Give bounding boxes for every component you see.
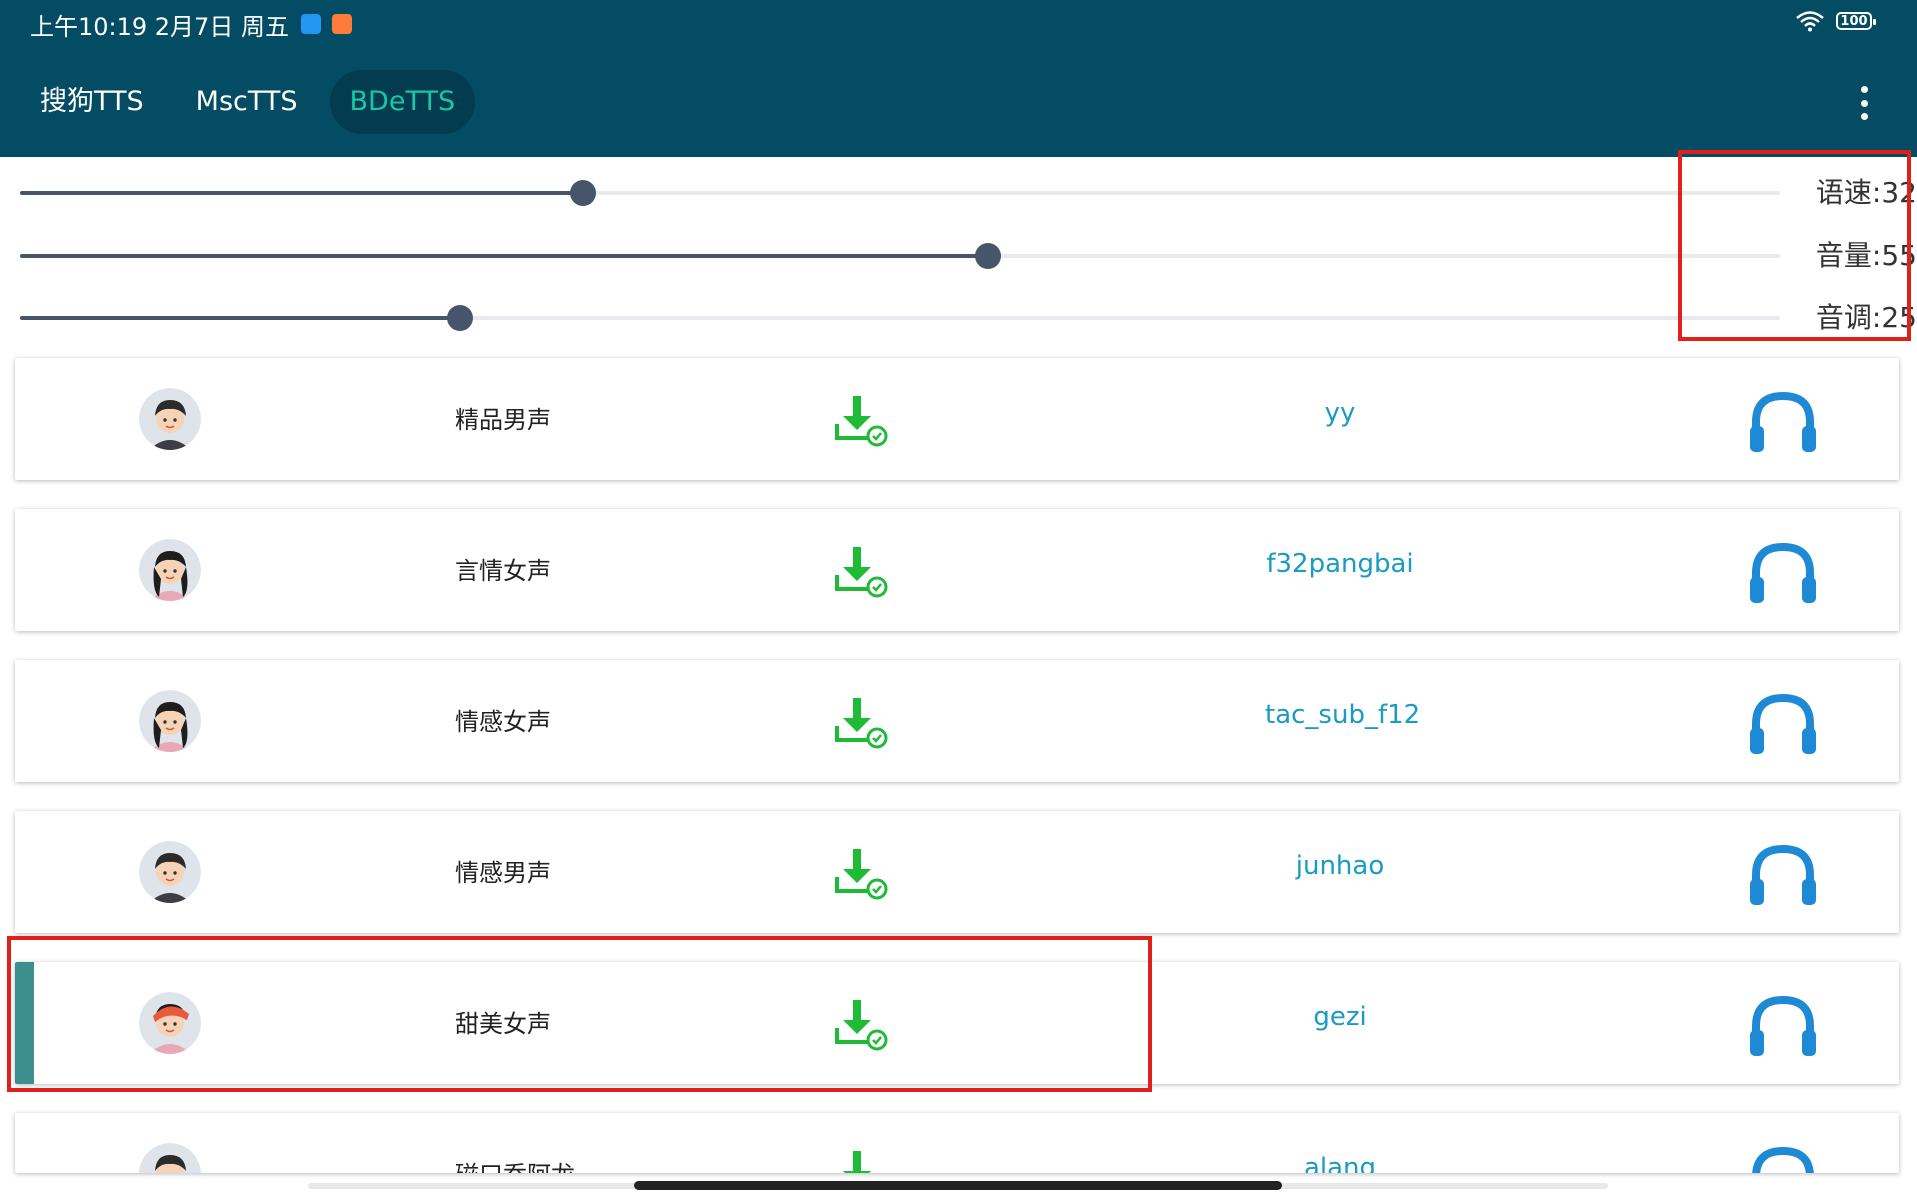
tab-sogou-tts[interactable]: 搜狗TTS	[20, 70, 164, 134]
selected-voice-highlight-box	[7, 936, 1152, 1092]
headphone-icon[interactable]	[1748, 388, 1818, 458]
voice-card[interactable]: 磁口乔阿龙 alang	[15, 1113, 1899, 1173]
headphone-icon[interactable]	[1748, 992, 1818, 1062]
upload-app-icon	[300, 14, 321, 34]
headphone-icon[interactable]	[1748, 690, 1818, 760]
volume-slider-row: 音量:55	[20, 236, 1917, 276]
volume-slider[interactable]	[20, 243, 1780, 269]
male-avatar-icon	[139, 1143, 201, 1173]
tab-bar: 搜狗TTS MscTTS BDeTTS	[20, 70, 487, 134]
download-icon[interactable]	[833, 847, 889, 905]
voice-code: alang	[1303, 1153, 1377, 1173]
speed-slider-thumb[interactable]	[570, 180, 596, 206]
male-avatar-icon	[139, 841, 201, 903]
headphone-icon[interactable]	[1748, 841, 1818, 911]
pitch-slider-thumb[interactable]	[447, 305, 473, 331]
status-bar: 上午10:19 2月7日 周五	[30, 7, 352, 41]
voice-name: 精品男声	[455, 406, 551, 434]
speed-slider-fill	[20, 191, 583, 195]
wifi-icon	[1796, 11, 1824, 32]
voice-name: 言情女声	[455, 557, 551, 585]
tab-bde-tts[interactable]: BDeTTS	[329, 70, 476, 134]
download-icon[interactable]	[833, 696, 889, 754]
female-avatar-icon	[139, 690, 201, 752]
tab-msc-tts[interactable]: MscTTS	[176, 70, 318, 134]
speed-slider[interactable]	[20, 180, 1780, 206]
pitch-slider-row: 音调:25	[20, 298, 1917, 338]
horizontal-scrollbar-thumb[interactable]	[634, 1181, 1282, 1190]
pitch-slider-fill	[20, 316, 460, 320]
voice-card[interactable]: 精品男声 yy	[15, 358, 1899, 480]
voice-name: 情感女声	[455, 708, 551, 736]
app-header: 上午10:19 2月7日 周五 100 搜狗TTS MscTTS BDeTTS	[0, 0, 1917, 157]
voice-code: yy	[1324, 398, 1356, 428]
shopping-app-icon	[331, 14, 352, 34]
battery-icon: 100	[1836, 12, 1876, 30]
voice-name: 情感男声	[455, 859, 551, 887]
sliders-highlight-box	[1678, 150, 1911, 341]
voice-code: junhao	[1295, 851, 1385, 881]
more-vertical-icon[interactable]	[1857, 86, 1871, 120]
volume-slider-fill	[20, 254, 988, 258]
headphone-icon[interactable]	[1748, 1143, 1818, 1173]
download-icon[interactable]	[833, 1149, 889, 1173]
download-icon[interactable]	[833, 394, 889, 452]
voice-card[interactable]: 言情女声 f32pangbai	[15, 509, 1899, 631]
male-avatar-icon	[139, 388, 201, 450]
voice-code: gezi	[1313, 1002, 1367, 1032]
headphone-icon[interactable]	[1748, 539, 1818, 609]
download-icon[interactable]	[833, 545, 889, 603]
voice-card[interactable]: 情感女声 tac_sub_f12	[15, 660, 1899, 782]
volume-slider-thumb[interactable]	[975, 243, 1001, 269]
female-avatar-icon	[139, 539, 201, 601]
battery-level: 100	[1840, 13, 1868, 29]
voice-code: tac_sub_f12	[1265, 700, 1421, 730]
voice-name: 磁口乔阿龙	[455, 1155, 575, 1173]
voice-code: f32pangbai	[1266, 549, 1414, 579]
speed-slider-row: 语速:32	[20, 173, 1917, 213]
voice-card[interactable]: 情感男声 junhao	[15, 811, 1899, 933]
pitch-slider[interactable]	[20, 305, 1780, 331]
status-time: 上午10:19 2月7日 周五	[30, 12, 289, 41]
